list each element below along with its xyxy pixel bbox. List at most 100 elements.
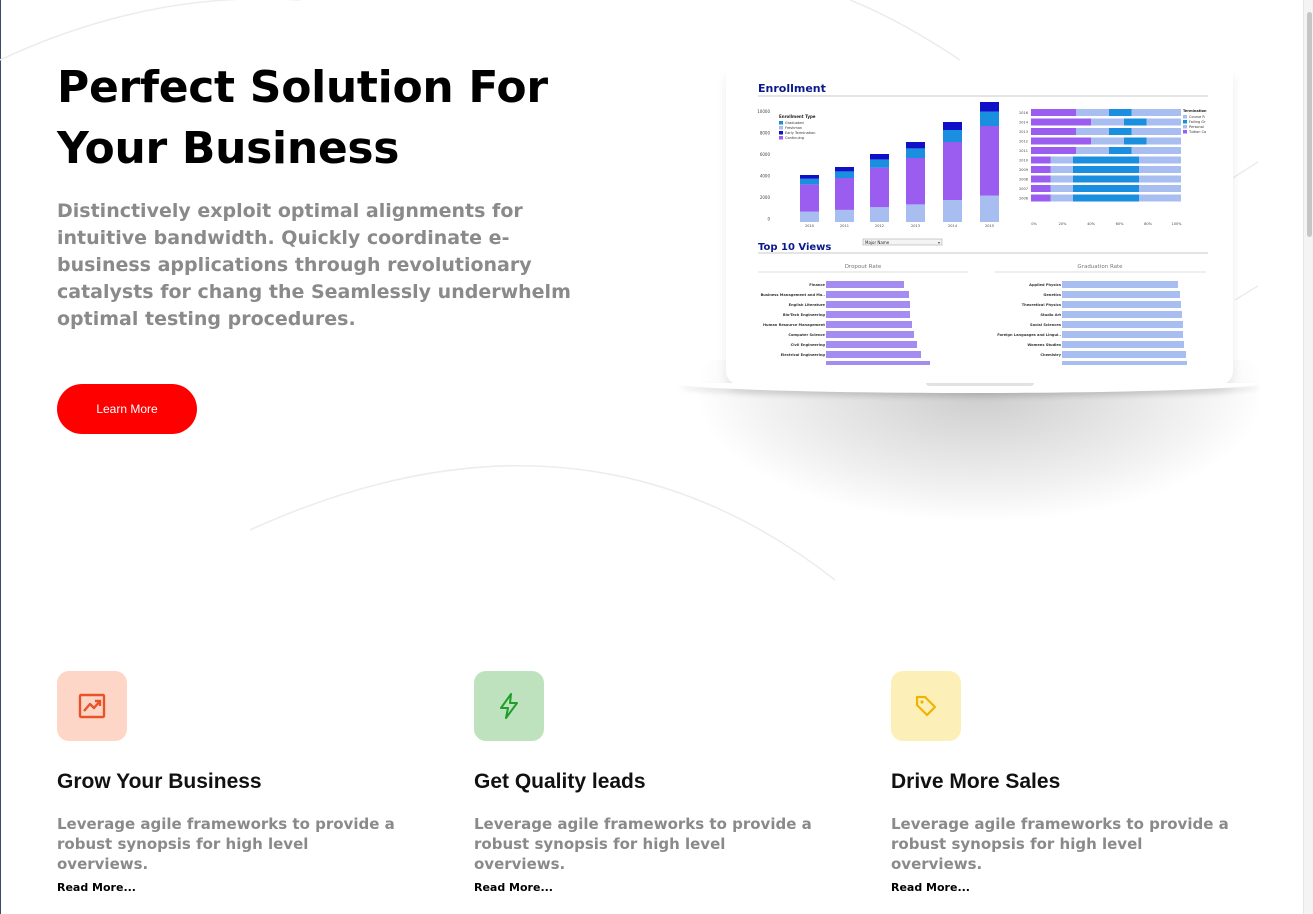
enrollment-bar-segment: [800, 175, 819, 179]
hbar-segment: [1091, 118, 1124, 126]
enrollment-bar-segment: [800, 211, 819, 222]
pct-tick-label: 0%: [1031, 222, 1037, 226]
hbar-segment: [1031, 185, 1051, 192]
enrollment-bar-segment: [870, 207, 889, 222]
read-more-link[interactable]: Read More...: [474, 881, 553, 894]
enrollment-bar-segment: [835, 178, 854, 210]
x-tick-label: 2015: [985, 224, 994, 228]
y-tick-label: 4000: [760, 174, 771, 179]
dropout-title: Dropout Rate: [845, 264, 882, 270]
pct-tick-label: 40%: [1087, 222, 1095, 226]
hbar-year-label: 2010: [1019, 159, 1028, 163]
hbar-segment: [1139, 166, 1181, 173]
read-more-link[interactable]: Read More...: [891, 881, 970, 894]
graduation-bar: [1062, 281, 1178, 288]
hbar-year-label: 2008: [1019, 178, 1028, 182]
hbar-year-label: 2013: [1019, 130, 1028, 134]
hbar-segment: [1031, 109, 1076, 116]
enrollment-bar-segment: [870, 167, 889, 208]
hbar-segment: [1050, 156, 1073, 164]
graduation-bar: [1062, 341, 1184, 348]
enrollment-bar-segment: [870, 159, 889, 168]
legend-swatch: [779, 126, 783, 130]
top-views-title: Top 10 Views: [758, 242, 831, 253]
hbar-segment: [1031, 194, 1051, 202]
enrollment-title: Enrollment: [758, 82, 826, 95]
hbar-year-label: 2007: [1019, 187, 1028, 191]
hbar-segment: [1031, 156, 1051, 164]
y-tick-label: 10000: [757, 109, 770, 114]
feature-icon-box: [474, 671, 544, 741]
dashboard-screenshot: Enrollment 10000 8000 6000 4000 2000 0 Enrollme…: [757, 82, 1208, 365]
dropout-bar: [826, 331, 914, 338]
graduation-bar: [1062, 321, 1183, 328]
dropout-major-label: English Literature: [789, 303, 826, 307]
enrollment-bar-segment: [980, 126, 999, 196]
enrollment-bar-segment: [835, 209, 854, 222]
pct-tick-label: 60%: [1116, 222, 1124, 226]
hbar-segment: [1146, 118, 1181, 126]
pct-tick-label: 80%: [1144, 222, 1152, 226]
tag-icon: [915, 695, 937, 717]
feature-drive-sales: Drive More Sales Leverage agile framewor…: [891, 671, 1251, 894]
hbar-segment: [1109, 109, 1132, 116]
legend-title: Enrollment Type: [779, 114, 816, 119]
graduation-major-label: Chemistry: [1040, 353, 1061, 357]
dropout-bar: [826, 321, 912, 328]
x-tick-label: 2012: [875, 224, 884, 228]
y-tick-label: 6000: [760, 152, 771, 157]
enrollment-bar-segment: [800, 178, 819, 185]
hbar-segment: [1031, 128, 1076, 135]
hbar-segment: [1073, 185, 1139, 192]
hbar-segment: [1031, 175, 1051, 183]
hbar-segment: [1146, 137, 1181, 145]
hbar-segment: [1031, 166, 1051, 173]
enrollment-bar-segment: [943, 122, 962, 130]
enrollment-bar-segment: [980, 111, 999, 126]
trending-up-icon: [78, 693, 106, 719]
hbar-year-label: 2009: [1019, 168, 1028, 172]
termination-swatch: [1183, 125, 1187, 129]
dropout-major-label: Civil Engineering: [791, 343, 826, 347]
legend-swatch: [779, 131, 783, 135]
y-tick-label: 2000: [760, 195, 771, 200]
dropout-bar: [826, 351, 921, 358]
scrollbar-thumb[interactable]: [1307, 12, 1312, 237]
graduation-major-label: Studio Art: [1040, 313, 1061, 317]
hero-description: Distinctively exploit optimal alignments…: [57, 200, 571, 330]
hbar-segment: [1139, 185, 1181, 192]
termination-swatch: [1183, 115, 1187, 119]
hbar-segment: [1109, 147, 1132, 154]
page-scrollbar[interactable]: [1303, 0, 1313, 914]
termination-swatch: [1183, 120, 1187, 124]
learn-more-button[interactable]: Learn More: [57, 384, 197, 434]
dropout-bar: [826, 311, 910, 318]
hbar-segment: [1031, 118, 1091, 126]
dropdown-arrow: ▾: [938, 240, 940, 245]
legend-label: Continuing: [785, 136, 804, 140]
hbar-segment: [1076, 128, 1109, 135]
termination-swatch: [1183, 130, 1187, 134]
hbar-segment: [1139, 156, 1181, 164]
enrollment-bar-segment: [906, 148, 925, 158]
graduation-major-label: Foreign Languages and Lingui..: [997, 333, 1061, 337]
hbar-year-label: 2006: [1019, 197, 1028, 201]
hbar-segment: [1124, 137, 1147, 145]
dropout-bar: [826, 301, 910, 308]
dropout-bar: [826, 281, 904, 288]
legend-label: Freshman: [785, 126, 802, 130]
hero-title-line1: Perfect Solution For: [57, 62, 548, 113]
pct-tick-label: 100%: [1171, 222, 1182, 226]
feature-title: Get Quality leads: [474, 770, 646, 793]
enrollment-bar-segment: [943, 200, 962, 222]
enrollment-bar-segment: [943, 130, 962, 142]
graduation-bar: [1062, 331, 1183, 338]
lightning-icon: [500, 693, 518, 719]
dropout-bar: [826, 361, 930, 365]
feature-icon-box: [891, 671, 961, 741]
legend-swatch: [779, 136, 783, 140]
read-more-link[interactable]: Read More...: [57, 881, 136, 894]
hero-title: Perfect Solution For Your Business: [57, 57, 617, 179]
legend-label: Early Termination: [785, 131, 815, 135]
termination-label: Tuition Co: [1188, 130, 1206, 134]
